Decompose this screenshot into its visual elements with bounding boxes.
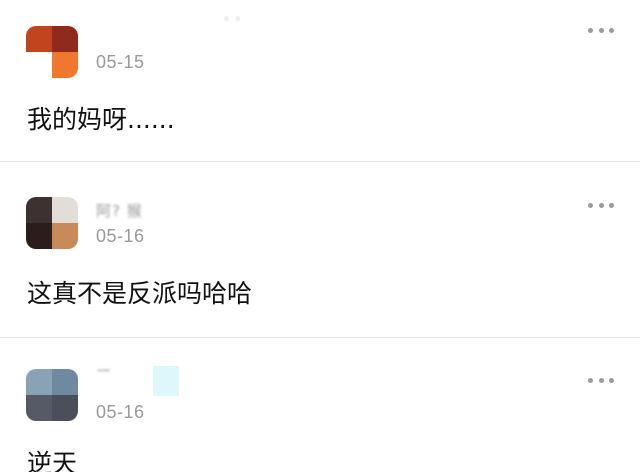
avatar-tile xyxy=(52,197,78,223)
timestamp: 05-16 xyxy=(96,226,145,246)
comment-text: 逆天 xyxy=(27,449,78,472)
comment-item: ー 05-16 逆天 xyxy=(0,338,640,472)
avatar-tile xyxy=(26,52,52,78)
avatar-tile xyxy=(52,395,78,421)
avatar-tile xyxy=(26,395,52,421)
more-horizontal-icon[interactable] xyxy=(588,200,614,210)
avatar[interactable] xyxy=(26,197,78,249)
comment-item: · · 05-15 我的妈呀...... xyxy=(0,0,640,161)
comment-feed: · · 05-15 我的妈呀...... 阿? 猴 05-16 这真不是反派吗哈… xyxy=(0,0,640,472)
avatar[interactable] xyxy=(26,26,78,78)
comment-text: 我的妈呀...... xyxy=(27,105,175,134)
username[interactable]: ー xyxy=(96,362,112,380)
avatar-tile xyxy=(52,26,78,52)
timestamp: 05-15 xyxy=(96,52,145,72)
avatar-tile xyxy=(26,223,52,249)
avatar-tile xyxy=(26,197,52,223)
username[interactable]: · · xyxy=(224,10,241,28)
comment-item: 阿? 猴 05-16 这真不是反派吗哈哈 xyxy=(0,162,640,337)
username[interactable]: 阿? 猴 xyxy=(96,202,143,220)
avatar-tile xyxy=(52,369,78,395)
avatar-tile xyxy=(26,26,52,52)
timestamp: 05-16 xyxy=(96,402,145,422)
avatar-tile xyxy=(52,223,78,249)
redaction-block xyxy=(153,366,179,396)
avatar[interactable] xyxy=(26,369,78,421)
avatar-tile xyxy=(26,369,52,395)
comment-text: 这真不是反派吗哈哈 xyxy=(27,279,253,308)
more-horizontal-icon[interactable] xyxy=(588,375,614,385)
avatar-tile xyxy=(52,52,78,78)
more-horizontal-icon[interactable] xyxy=(588,25,614,35)
